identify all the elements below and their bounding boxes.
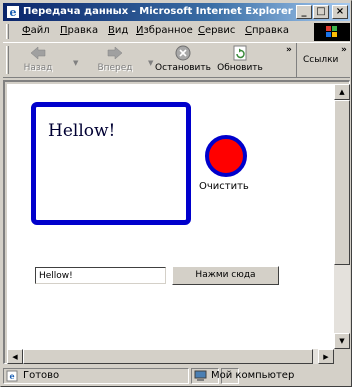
vertical-scroll-thumb[interactable] bbox=[334, 100, 350, 265]
zone-text: Мой компьютер bbox=[211, 370, 295, 381]
forward-label: Вперед bbox=[97, 63, 133, 73]
back-dropdown-arrow-icon[interactable]: ▼ bbox=[73, 59, 78, 67]
ie-throbber bbox=[314, 23, 350, 41]
greeting-text: Hellow! bbox=[48, 121, 116, 141]
scroll-right-button[interactable]: ▶ bbox=[318, 349, 334, 364]
status-pane: e Готово bbox=[3, 368, 189, 384]
links-bar[interactable]: » Ссылки bbox=[296, 43, 350, 77]
refresh-button[interactable]: Обновить bbox=[216, 45, 264, 77]
window-title: Передача данных - Microsoft Internet Exp… bbox=[23, 6, 293, 17]
scroll-down-button[interactable]: ▼ bbox=[334, 333, 350, 349]
menu-tools[interactable]: Сервис bbox=[198, 25, 235, 36]
ie-icon: e bbox=[7, 6, 19, 19]
scrollbar-corner bbox=[334, 349, 350, 364]
stop-button[interactable]: Остановить bbox=[155, 45, 211, 77]
links-label[interactable]: Ссылки bbox=[303, 55, 338, 65]
back-button[interactable]: Назад bbox=[15, 45, 61, 77]
status-bar: e Готово Мой компьютер bbox=[3, 367, 350, 385]
content-frame: Hellow! Очистить Нажми сюда ▲ ▼ ◀ ▶ bbox=[3, 80, 350, 364]
menu-edit[interactable]: Правка bbox=[60, 25, 98, 36]
press-button[interactable]: Нажми сюда bbox=[172, 266, 279, 285]
forward-button[interactable]: Вперед bbox=[88, 45, 142, 77]
menu-grip[interactable] bbox=[6, 24, 9, 39]
windows-flag-icon bbox=[326, 26, 337, 37]
vertical-scrollbar[interactable]: ▲ ▼ bbox=[334, 84, 350, 349]
maximize-button[interactable]: □ bbox=[313, 5, 329, 19]
page-content: Hellow! Очистить Нажми сюда bbox=[7, 84, 334, 349]
clear-label[interactable]: Очистить bbox=[199, 181, 249, 192]
page-done-icon: e bbox=[6, 370, 18, 382]
back-label: Назад bbox=[23, 63, 53, 73]
svg-text:e: e bbox=[10, 6, 17, 19]
menu-help[interactable]: Справка bbox=[245, 25, 289, 36]
my-computer-icon bbox=[194, 370, 207, 381]
toolbar-grip[interactable] bbox=[6, 46, 9, 74]
status-text: Готово bbox=[23, 370, 60, 381]
scroll-up-button[interactable]: ▲ bbox=[334, 84, 350, 100]
menu-view[interactable]: Вид bbox=[108, 25, 128, 36]
text-input[interactable] bbox=[35, 267, 166, 284]
refresh-label: Обновить bbox=[217, 63, 263, 73]
title-bar[interactable]: e Передача данных - Microsoft Internet E… bbox=[3, 3, 350, 21]
links-chevron-icon[interactable]: » bbox=[341, 45, 347, 55]
horizontal-scroll-thumb[interactable] bbox=[23, 349, 313, 364]
menu-bar: Файл Правка Вид Избранное Сервис Справка bbox=[3, 22, 350, 41]
zone-pane: Мой компьютер bbox=[191, 368, 350, 384]
refresh-icon bbox=[233, 45, 247, 61]
horizontal-scrollbar[interactable]: ◀ ▶ bbox=[7, 349, 334, 364]
toolbar-chevron-icon[interactable]: » bbox=[286, 45, 292, 55]
svg-text:e: e bbox=[9, 371, 14, 381]
back-arrow-icon bbox=[30, 46, 46, 60]
close-button[interactable]: × bbox=[332, 5, 348, 19]
display-box: Hellow! bbox=[31, 102, 191, 225]
stop-icon bbox=[175, 45, 191, 61]
standard-toolbar: Назад ▼ Вперед ▼ Остановить Обновить » »… bbox=[3, 42, 350, 78]
stop-label: Остановить bbox=[155, 63, 211, 73]
minimize-button[interactable]: _ bbox=[296, 5, 312, 19]
forward-dropdown-arrow-icon[interactable]: ▼ bbox=[148, 59, 153, 67]
forward-arrow-icon bbox=[107, 46, 123, 60]
browser-window: e Передача данных - Microsoft Internet E… bbox=[0, 0, 352, 387]
menu-file[interactable]: Файл bbox=[22, 25, 50, 36]
clear-dot-icon[interactable] bbox=[205, 135, 247, 177]
menu-favorites[interactable]: Избранное bbox=[136, 25, 193, 36]
scroll-left-button[interactable]: ◀ bbox=[7, 349, 23, 364]
